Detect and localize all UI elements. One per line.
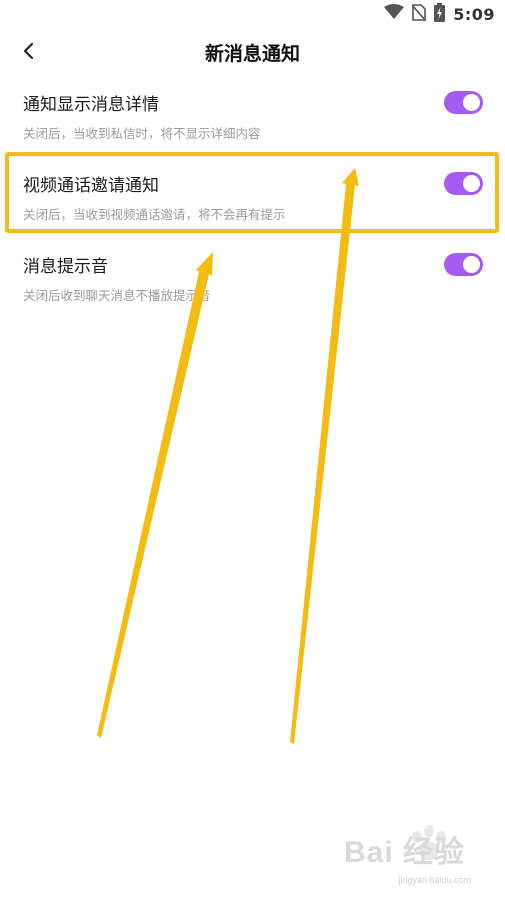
setting-description: 关闭后，当收到视频通话邀请，将不会再有提示: [23, 207, 286, 222]
battery-charging-icon: [434, 2, 446, 26]
no-sim-icon: [411, 3, 427, 25]
nav-bar: 新消息通知: [0, 30, 505, 76]
status-time: 5:09: [453, 4, 495, 24]
status-bar: 5:09: [0, 0, 505, 28]
video-call-invite-toggle[interactable]: [444, 172, 483, 195]
watermark-url: jingyan.baidu.com: [398, 875, 471, 885]
setting-title: 视频通话邀请通知: [23, 176, 159, 196]
wifi-icon: [384, 4, 405, 24]
message-details-toggle[interactable]: [444, 91, 483, 114]
status-icons: 5:09: [384, 2, 495, 26]
page-title: 新消息通知: [204, 43, 300, 65]
toggle-knob: [463, 175, 480, 192]
watermark-brand: Bai 经验: [343, 836, 465, 869]
toggle-knob: [463, 256, 480, 273]
setting-message-details: 通知显示消息详情 关闭后，当收到私信时，将不显示详细内容: [0, 90, 505, 162]
toggle-knob: [463, 94, 480, 111]
setting-description: 关闭后，当收到私信时，将不显示详细内容: [23, 126, 261, 141]
setting-description: 关闭后收到聊天消息不播放提示音: [23, 288, 211, 303]
message-sound-toggle[interactable]: [444, 253, 483, 276]
arrow-left: [97, 252, 213, 738]
setting-title: 通知显示消息详情: [23, 95, 159, 115]
setting-title: 消息提示音: [23, 257, 108, 277]
setting-message-sound: 消息提示音 关闭后收到聊天消息不播放提示音: [0, 252, 505, 324]
setting-video-call-invite: 视频通话邀请通知 关闭后，当收到视频通话邀请，将不会再有提示: [0, 171, 505, 243]
